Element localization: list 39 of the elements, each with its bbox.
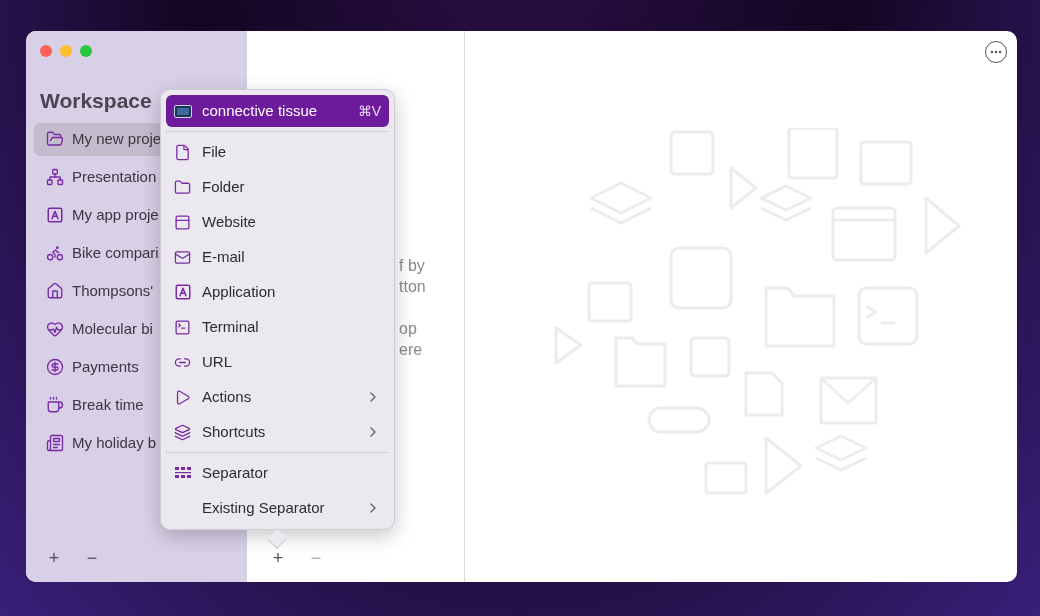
menu-item[interactable]: Existing Separator [166,492,389,524]
house-icon [46,282,64,300]
heart-pulse-icon [46,320,64,338]
hint-text: tton [399,277,427,297]
menu-item[interactable]: Actions [166,381,389,413]
menu-item[interactable]: Application [166,276,389,308]
menu-item[interactable]: URL [166,346,389,378]
mail-icon [174,248,191,266]
menu-item[interactable]: Folder [166,171,389,203]
play-icon [174,388,191,406]
hint-text: f by [399,256,426,276]
menu-item[interactable]: connective tissue ⌘V [166,95,389,127]
cup-icon [46,396,64,414]
network-icon [46,168,64,186]
terminal-icon [174,318,191,336]
sidebar-title: Workspace [40,88,152,114]
separator-icon [174,466,192,480]
folder-icon [46,130,64,148]
add-button[interactable]: + [268,545,288,572]
remove-button[interactable]: − [82,545,102,572]
menu-item[interactable]: Separator [166,457,389,489]
file-icon [174,143,191,161]
menu-item[interactable]: E-mail [166,241,389,273]
menu-item[interactable]: Terminal [166,311,389,343]
app-icon [174,283,192,301]
app-icon [46,206,64,224]
thumbnail-icon [174,104,192,118]
window-icon [174,213,191,231]
layers-icon [174,423,191,441]
menu-item[interactable]: Website [166,206,389,238]
hint-text: ere [399,340,424,360]
shortcut-text: ⌘V [357,101,381,121]
folder-icon [174,178,191,196]
hint-text: op [399,319,418,339]
bike-icon [46,244,64,262]
menu-item[interactable]: Shortcuts [166,416,389,448]
dollar-icon [46,358,64,376]
newspaper-icon [46,434,64,452]
add-button[interactable]: + [44,545,64,572]
